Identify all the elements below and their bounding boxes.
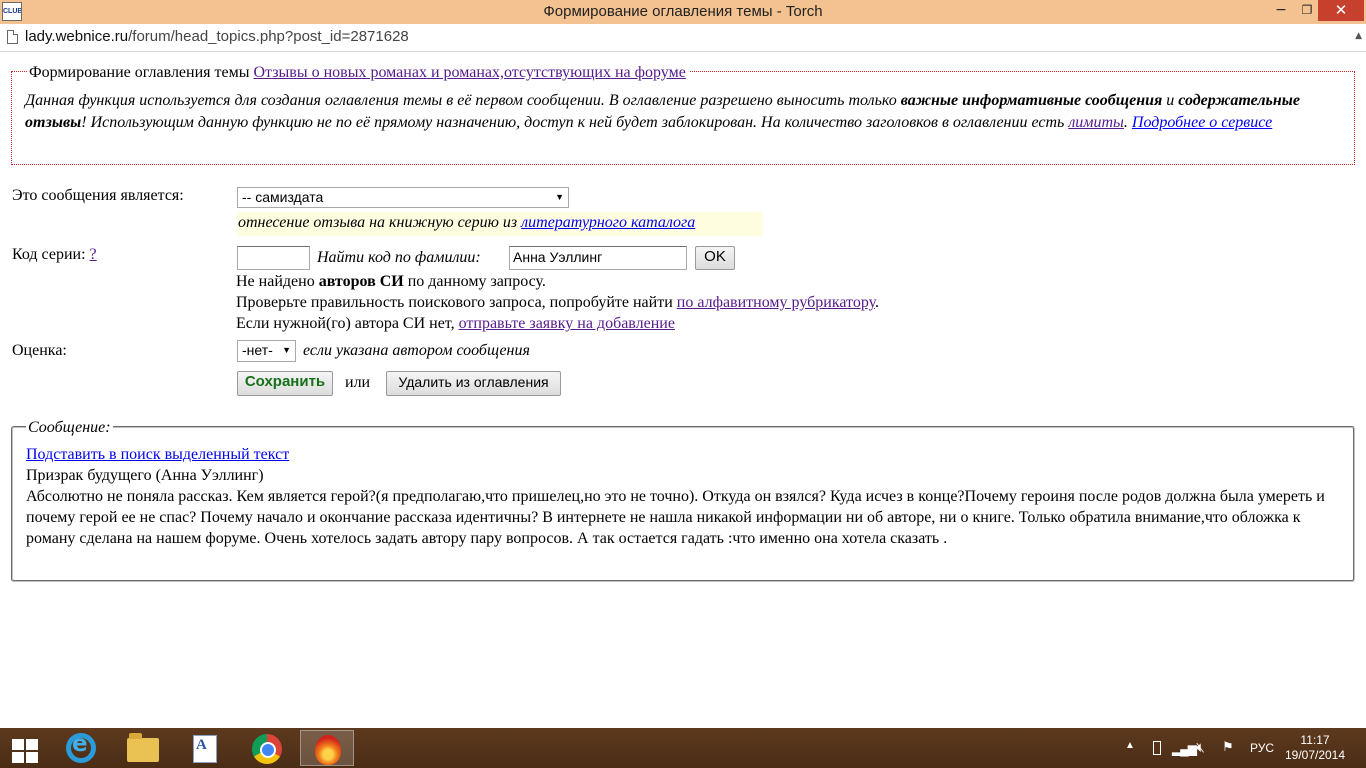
action-center-flag-icon[interactable]: ⚑ — [1222, 739, 1234, 768]
check-query-text: Проверьте правильность поискового запрос… — [236, 294, 677, 311]
insert-selected-text-link[interactable]: Подставить в поиск выделенный текст — [26, 446, 289, 463]
series-hint: отнесение отзыва на книжную серию из лит… — [237, 212, 763, 236]
info-legend: Формирование оглавления темы Отзывы о но… — [27, 64, 689, 82]
info-description: Данная функция используется для создания… — [25, 90, 1340, 134]
rating-hint: если указана автором сообщения — [303, 342, 530, 359]
torch-browser-icon — [315, 735, 341, 765]
check-query-end: . — [875, 294, 879, 311]
internet-explorer-icon — [66, 731, 96, 763]
windows-logo-icon — [12, 739, 38, 763]
info-bold-part: важные информативные сообщения — [900, 92, 1163, 109]
volume-muted-icon[interactable]: 🔇︎ — [1196, 739, 1205, 768]
series-code-label-text: Код серии: — [12, 246, 86, 263]
rating-label: Оценка: — [12, 342, 67, 359]
message-type-label: Это сообщения является: — [12, 187, 184, 204]
dropdown-arrow-icon: ▼ — [282, 345, 291, 355]
series-code-input[interactable] — [237, 246, 310, 270]
page-icon — [7, 30, 18, 44]
battery-icon[interactable] — [1153, 741, 1161, 755]
network-signal-icon[interactable]: ▂▄▆ — [1172, 742, 1197, 768]
remove-from-contents-button[interactable]: Удалить из оглавления — [386, 371, 561, 396]
clock-time: 11:17 — [1300, 733, 1330, 747]
ok-button[interactable]: OK — [695, 246, 735, 270]
not-found-bold: авторов СИ — [318, 273, 404, 290]
maximize-button[interactable]: ❐ — [1294, 0, 1320, 21]
message-content: Подставить в поиск выделенный текст Приз… — [26, 444, 1342, 549]
folder-icon — [127, 733, 159, 762]
not-found-message: Не найдено авторов СИ по данному запросу… — [236, 272, 546, 292]
start-button[interactable] — [0, 730, 54, 766]
message-fieldset: Сообщение: Подставить в поиск выделенный… — [11, 418, 1355, 582]
show-hidden-icons-icon[interactable]: ▲ — [1125, 740, 1135, 768]
chrome-icon — [252, 734, 282, 764]
more-about-service-link[interactable]: Подробнее о сервисе — [1132, 114, 1272, 131]
url-path: /forum/head_topics.php?post_id=2871628 — [128, 28, 409, 45]
taskbar-chrome[interactable] — [240, 730, 294, 766]
submit-request-link[interactable]: отправьте заявку на добавление — [459, 315, 675, 332]
save-button[interactable]: Сохранить — [237, 371, 333, 396]
series-hint-text: отнесение отзыва на книжную серию из — [238, 214, 522, 231]
not-found-text: Не найдено — [236, 273, 319, 290]
scroll-up-arrow-icon[interactable]: ▲ — [1355, 31, 1362, 41]
info-fieldset: Формирование оглавления темы Отзывы о но… — [11, 64, 1355, 165]
request-author-text: Если нужной(го) автора СИ нет, — [236, 315, 459, 332]
taskbar-internet-explorer[interactable] — [54, 730, 108, 766]
clock-date: 19/07/2014 — [1284, 748, 1346, 762]
rating-select[interactable]: -нет- ▼ — [237, 340, 296, 362]
message-type-value: -- самиздата — [242, 189, 324, 205]
address-bar[interactable]: lady.webnice.ru/forum/head_topics.php?po… — [0, 24, 1366, 52]
dropdown-arrow-icon: ▼ — [555, 192, 564, 202]
or-text: или — [345, 374, 371, 391]
limits-link[interactable]: лимиты — [1068, 114, 1124, 131]
request-author-message: Если нужной(го) автора СИ нет, отправьте… — [236, 314, 675, 334]
info-legend-label: Формирование оглавления темы — [29, 64, 250, 81]
system-clock[interactable]: 11:17 19/07/2014 — [1282, 733, 1348, 768]
taskbar-reader[interactable] — [178, 730, 232, 766]
taskbar-torch[interactable] — [300, 730, 354, 766]
info-text-part: ! Использующим данную функцию не по её п… — [81, 114, 1069, 131]
message-type-select[interactable]: -- самиздата ▼ — [237, 187, 569, 208]
taskbar-file-explorer[interactable] — [116, 730, 170, 766]
url-host: lady.webnice.ru — [25, 28, 129, 45]
input-language-indicator[interactable]: РУС — [1250, 741, 1274, 768]
url-text[interactable]: lady.webnice.ru/forum/head_topics.php?po… — [25, 28, 409, 45]
message-title: Призрак будущего (Анна Уэллинг) — [26, 467, 264, 484]
info-text-part: и — [1162, 92, 1179, 109]
alphabetical-rubricator-link[interactable]: по алфавитному рубрикатору — [677, 294, 875, 311]
literary-catalog-link[interactable]: литературного каталога — [521, 214, 695, 231]
info-text-part: . — [1123, 114, 1132, 131]
window-titlebar: CLUB Формирование оглавления темы - Torc… — [0, 0, 1366, 24]
message-legend: Сообщение: — [26, 418, 113, 438]
close-button[interactable]: ✕ — [1318, 0, 1364, 21]
taskbar: ▲ ▂▄▆ 🔇︎ ⚑ РУС 11:17 19/07/2014 — [0, 728, 1366, 768]
message-body: Абсолютно не поняла рассказ. Кем являетс… — [26, 488, 1325, 547]
topic-link[interactable]: Отзывы о новых романах и романах,отсутст… — [253, 64, 685, 81]
check-query-message: Проверьте правильность поискового запрос… — [236, 293, 879, 313]
rating-value: -нет- — [242, 342, 273, 358]
series-help-link[interactable]: ? — [90, 246, 97, 263]
series-code-label: Код серии: ? — [12, 245, 97, 265]
not-found-text: по данному запросу. — [403, 273, 546, 290]
surname-search-input[interactable]: Анна Уэллинг — [509, 246, 687, 270]
window-title: Формирование оглавления темы - Torch — [543, 3, 823, 20]
find-by-surname-label: Найти код по фамилии: — [317, 249, 481, 266]
minimize-button[interactable]: − — [1268, 0, 1294, 21]
info-text-part: Данная функция используется для создания… — [25, 92, 901, 109]
document-reader-icon — [193, 735, 217, 763]
